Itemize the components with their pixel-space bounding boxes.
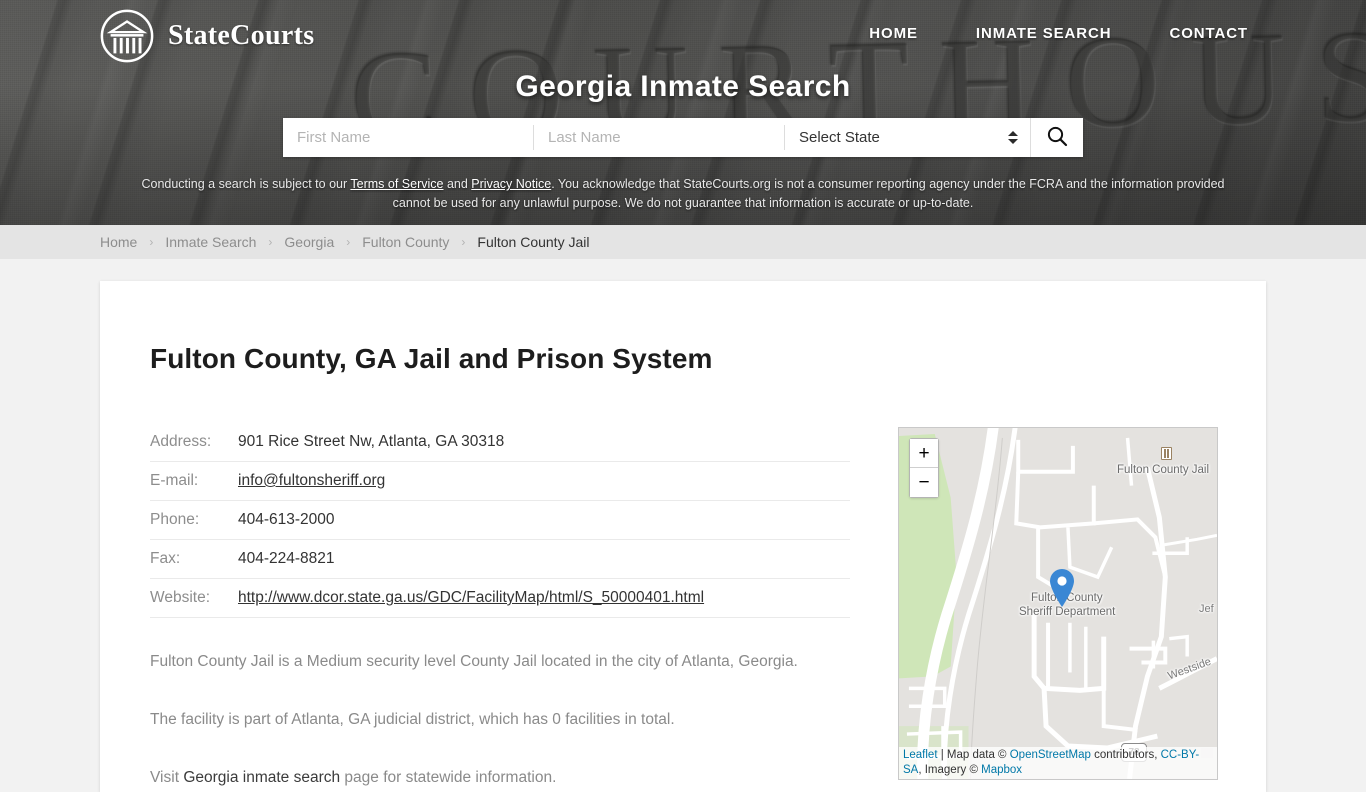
georgia-inmate-search-link[interactable]: Georgia inmate search	[183, 769, 340, 786]
map-zoom-controls: + −	[909, 438, 939, 498]
facility-details-table: Address: 901 Rice Street Nw, Atlanta, GA…	[150, 427, 850, 618]
map-attribution: Leaflet | Map data © OpenStreetMap contr…	[899, 747, 1217, 779]
row-value-phone: 404-613-2000	[238, 500, 850, 540]
attrib-imagery: , Imagery ©	[918, 764, 982, 776]
table-row: Website: http://www.dcor.state.ga.us/GDC…	[150, 578, 850, 618]
facility-details-column: Address: 901 Rice Street Nw, Atlanta, GA…	[150, 427, 850, 792]
description-paragraph-1: Fulton County Jail is a Medium security …	[150, 653, 798, 670]
row-label-website: Website:	[150, 578, 238, 618]
nav-item-home[interactable]: HOME	[869, 25, 918, 42]
map-pin-icon[interactable]	[1049, 568, 1075, 608]
breadcrumb-item-fulton-county[interactable]: Fulton County	[362, 234, 449, 250]
brand-name: StateCourts	[168, 20, 315, 51]
privacy-notice-link[interactable]: Privacy Notice	[471, 177, 551, 191]
breadcrumb-item-georgia[interactable]: Georgia	[284, 234, 334, 250]
terms-of-service-link[interactable]: Terms of Service	[350, 177, 443, 191]
hero-title: Georgia Inmate Search	[515, 70, 851, 103]
description-paragraph-2: The facility is part of Atlanta, GA judi…	[150, 711, 675, 728]
row-value-email: info@fultonsheriff.org	[238, 461, 850, 501]
row-label-address: Address:	[150, 427, 238, 462]
state-select[interactable]: Select State	[785, 118, 1030, 157]
map-zoom-in-button[interactable]: +	[910, 439, 938, 468]
row-label-phone: Phone:	[150, 500, 238, 540]
attrib-contrib: contributors,	[1090, 749, 1161, 761]
breadcrumb-item-current: Fulton County Jail	[477, 234, 590, 250]
magnifier-icon	[1046, 125, 1068, 150]
search-button[interactable]	[1030, 118, 1082, 157]
primary-navigation: HOME INMATE SEARCH CONTACT	[869, 25, 1248, 42]
breadcrumb-item-home[interactable]: Home	[100, 234, 137, 250]
description-paragraph-3: Visit Georgia inmate search page for sta…	[150, 764, 840, 792]
attrib-mid: | Map data ©	[937, 749, 1010, 761]
row-label-email: E-mail:	[150, 461, 238, 501]
breadcrumb-separator: ›	[346, 235, 351, 249]
site-header: COURTHOUSE StateCourts HOME INMATE SEAR	[0, 0, 1366, 225]
page-title: Fulton County, GA Jail and Prison System	[150, 343, 713, 374]
breadcrumb-separator: ›	[461, 235, 466, 249]
disclaimer-part2: and	[443, 177, 472, 191]
email-link[interactable]: info@fultonsheriff.org	[238, 472, 385, 489]
mapbox-link[interactable]: Mapbox	[981, 764, 1022, 776]
map-zoom-out-button[interactable]: −	[910, 468, 938, 497]
row-value-fax: 404-224-8821	[238, 539, 850, 579]
para3-after: page for statewide information.	[340, 769, 557, 786]
breadcrumb-item-inmate-search[interactable]: Inmate Search	[165, 234, 256, 250]
chevron-updown-icon	[1007, 128, 1018, 148]
courthouse-circle-icon	[98, 8, 156, 64]
row-value-address: 901 Rice Street Nw, Atlanta, GA 30318	[238, 427, 850, 462]
first-name-input[interactable]	[283, 118, 533, 157]
nav-item-contact[interactable]: CONTACT	[1169, 25, 1248, 42]
disclaimer-part1: Conducting a search is subject to our	[141, 177, 351, 191]
breadcrumb-separator: ›	[149, 235, 154, 249]
row-value-website: http://www.dcor.state.ga.us/GDC/Facility…	[238, 578, 850, 618]
openstreetmap-link[interactable]: OpenStreetMap	[1010, 749, 1091, 761]
breadcrumb: Home › Inmate Search › Georgia › Fulton …	[0, 225, 1366, 259]
brand-logo-link[interactable]: StateCourts	[98, 8, 314, 64]
last-name-input[interactable]	[534, 118, 784, 157]
inmate-search-form: Select State	[283, 118, 1083, 157]
state-select-value: Select State	[799, 129, 880, 146]
table-row: Fax: 404-224-8821	[150, 539, 850, 579]
leaflet-link[interactable]: Leaflet	[903, 749, 938, 761]
table-row: E-mail: info@fultonsheriff.org	[150, 461, 850, 501]
location-map[interactable]: + − Fulton County Jail Fulton County She…	[898, 427, 1218, 780]
content-card: Fulton County, GA Jail and Prison System…	[100, 281, 1266, 792]
breadcrumb-separator: ›	[268, 235, 273, 249]
table-row: Address: 901 Rice Street Nw, Atlanta, GA…	[150, 427, 850, 462]
website-link[interactable]: http://www.dcor.state.ga.us/GDC/Facility…	[238, 589, 704, 606]
nav-item-inmate-search[interactable]: INMATE SEARCH	[976, 25, 1112, 42]
table-row: Phone: 404-613-2000	[150, 500, 850, 540]
row-label-fax: Fax:	[150, 539, 238, 579]
para3-before: Visit	[150, 769, 184, 786]
search-disclaimer: Conducting a search is subject to our Te…	[133, 175, 1233, 213]
